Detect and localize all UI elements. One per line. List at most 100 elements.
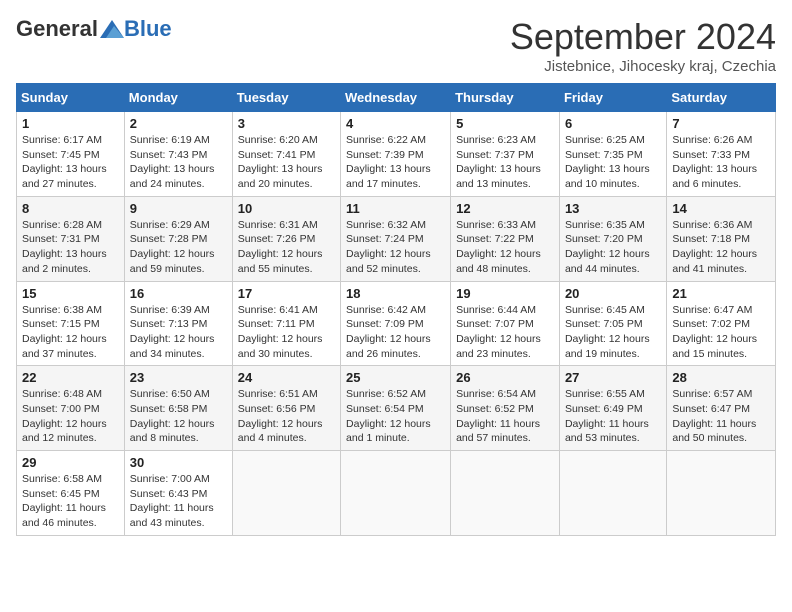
logo-blue: Blue: [124, 16, 172, 42]
day-number: 1: [22, 116, 119, 131]
day-number: 27: [565, 370, 661, 385]
day-number: 16: [130, 286, 227, 301]
day-number: 11: [346, 201, 445, 216]
day-number: 10: [238, 201, 335, 216]
day-number: 13: [565, 201, 661, 216]
table-row: 18 Sunrise: 6:42 AMSunset: 7:09 PMDayligh…: [341, 281, 451, 366]
calendar-body: 1 Sunrise: 6:17 AMSunset: 7:45 PMDaylight…: [17, 112, 776, 536]
logo-icon: [100, 20, 124, 38]
day-info: Sunrise: 6:39 AMSunset: 7:13 PMDaylight:…: [130, 303, 227, 362]
page-header: General Blue September 2024 Jistebnice, …: [16, 16, 776, 75]
day-info: Sunrise: 6:26 AMSunset: 7:33 PMDaylight:…: [672, 133, 770, 192]
day-number: 5: [456, 116, 554, 131]
day-number: 28: [672, 370, 770, 385]
header-tuesday: Tuesday: [232, 84, 340, 112]
table-row: 30 Sunrise: 7:00 AMSunset: 6:43 PMDayligh…: [124, 451, 232, 536]
calendar-row: 15Sunrise: 6:38 AMSunset: 7:15 PMDayligh…: [17, 281, 776, 366]
calendar-subtitle: Jistebnice, Jihocesky kraj, Czechia: [510, 58, 776, 75]
day-info: Sunrise: 6:47 AMSunset: 7:02 PMDaylight:…: [672, 303, 770, 362]
calendar-row: 1 Sunrise: 6:17 AMSunset: 7:45 PMDaylight…: [17, 112, 776, 197]
day-info: Sunrise: 6:54 AMSunset: 6:52 PMDaylight:…: [456, 387, 554, 446]
day-number: 23: [130, 370, 227, 385]
table-row: 25Sunrise: 6:52 AMSunset: 6:54 PMDayligh…: [341, 366, 451, 451]
table-row: [232, 451, 340, 536]
table-row: 28 Sunrise: 6:57 AMSunset: 6:47 PMDayligh…: [667, 366, 776, 451]
table-row: [559, 451, 666, 536]
day-info: Sunrise: 6:55 AMSunset: 6:49 PMDaylight:…: [565, 387, 661, 446]
day-number: 19: [456, 286, 554, 301]
day-info: Sunrise: 6:33 AMSunset: 7:22 PMDaylight:…: [456, 218, 554, 277]
table-row: [451, 451, 560, 536]
day-number: 18: [346, 286, 445, 301]
day-number: 20: [565, 286, 661, 301]
day-info: Sunrise: 6:23 AMSunset: 7:37 PMDaylight:…: [456, 133, 554, 192]
day-info: Sunrise: 6:38 AMSunset: 7:15 PMDaylight:…: [22, 303, 119, 362]
day-number: 12: [456, 201, 554, 216]
day-number: 24: [238, 370, 335, 385]
table-row: 15Sunrise: 6:38 AMSunset: 7:15 PMDayligh…: [17, 281, 125, 366]
calendar-row: 8 Sunrise: 6:28 AMSunset: 7:31 PMDaylight…: [17, 196, 776, 281]
day-info: Sunrise: 6:29 AMSunset: 7:28 PMDaylight:…: [130, 218, 227, 277]
table-row: 4 Sunrise: 6:22 AMSunset: 7:39 PMDaylight…: [341, 112, 451, 197]
calendar-title: September 2024: [510, 16, 776, 58]
day-info: Sunrise: 6:36 AMSunset: 7:18 PMDaylight:…: [672, 218, 770, 277]
header-wednesday: Wednesday: [341, 84, 451, 112]
table-row: [667, 451, 776, 536]
day-number: 7: [672, 116, 770, 131]
table-row: 17 Sunrise: 6:41 AMSunset: 7:11 PMDayligh…: [232, 281, 340, 366]
table-row: 5 Sunrise: 6:23 AMSunset: 7:37 PMDaylight…: [451, 112, 560, 197]
table-row: 27 Sunrise: 6:55 AMSunset: 6:49 PMDayligh…: [559, 366, 666, 451]
table-row: 26Sunrise: 6:54 AMSunset: 6:52 PMDayligh…: [451, 366, 560, 451]
day-info: Sunrise: 6:22 AMSunset: 7:39 PMDaylight:…: [346, 133, 445, 192]
table-row: 14 Sunrise: 6:36 AMSunset: 7:18 PMDayligh…: [667, 196, 776, 281]
table-row: 13 Sunrise: 6:35 AMSunset: 7:20 PMDayligh…: [559, 196, 666, 281]
day-info: Sunrise: 6:31 AMSunset: 7:26 PMDaylight:…: [238, 218, 335, 277]
table-row: 21 Sunrise: 6:47 AMSunset: 7:02 PMDayligh…: [667, 281, 776, 366]
day-number: 30: [130, 455, 227, 470]
table-row: 19Sunrise: 6:44 AMSunset: 7:07 PMDayligh…: [451, 281, 560, 366]
day-number: 14: [672, 201, 770, 216]
table-row: 7 Sunrise: 6:26 AMSunset: 7:33 PMDaylight…: [667, 112, 776, 197]
table-row: 24 Sunrise: 6:51 AMSunset: 6:56 PMDayligh…: [232, 366, 340, 451]
logo: General Blue: [16, 16, 172, 42]
day-info: Sunrise: 6:35 AMSunset: 7:20 PMDaylight:…: [565, 218, 661, 277]
day-info: Sunrise: 6:41 AMSunset: 7:11 PMDaylight:…: [238, 303, 335, 362]
day-info: Sunrise: 6:51 AMSunset: 6:56 PMDaylight:…: [238, 387, 335, 446]
table-row: 10 Sunrise: 6:31 AMSunset: 7:26 PMDayligh…: [232, 196, 340, 281]
day-info: Sunrise: 6:42 AMSunset: 7:09 PMDaylight:…: [346, 303, 445, 362]
day-number: 25: [346, 370, 445, 385]
day-number: 2: [130, 116, 227, 131]
title-block: September 2024 Jistebnice, Jihocesky kra…: [510, 16, 776, 75]
day-info: Sunrise: 6:17 AMSunset: 7:45 PMDaylight:…: [22, 133, 119, 192]
header-friday: Friday: [559, 84, 666, 112]
day-info: Sunrise: 6:57 AMSunset: 6:47 PMDaylight:…: [672, 387, 770, 446]
day-info: Sunrise: 6:48 AMSunset: 7:00 PMDaylight:…: [22, 387, 119, 446]
day-info: Sunrise: 6:28 AMSunset: 7:31 PMDaylight:…: [22, 218, 119, 277]
calendar-table: Sunday Monday Tuesday Wednesday Thursday…: [16, 83, 776, 536]
day-info: Sunrise: 6:32 AMSunset: 7:24 PMDaylight:…: [346, 218, 445, 277]
calendar-row: 22 Sunrise: 6:48 AMSunset: 7:00 PMDayligh…: [17, 366, 776, 451]
logo-general: General: [16, 16, 98, 42]
calendar-row: 29Sunrise: 6:58 AMSunset: 6:45 PMDayligh…: [17, 451, 776, 536]
day-number: 9: [130, 201, 227, 216]
table-row: 23Sunrise: 6:50 AMSunset: 6:58 PMDayligh…: [124, 366, 232, 451]
table-row: 12 Sunrise: 6:33 AMSunset: 7:22 PMDayligh…: [451, 196, 560, 281]
day-info: Sunrise: 6:20 AMSunset: 7:41 PMDaylight:…: [238, 133, 335, 192]
day-number: 17: [238, 286, 335, 301]
day-info: Sunrise: 6:25 AMSunset: 7:35 PMDaylight:…: [565, 133, 661, 192]
table-row: 6 Sunrise: 6:25 AMSunset: 7:35 PMDaylight…: [559, 112, 666, 197]
day-number: 22: [22, 370, 119, 385]
table-row: 29Sunrise: 6:58 AMSunset: 6:45 PMDayligh…: [17, 451, 125, 536]
table-row: 20 Sunrise: 6:45 AMSunset: 7:05 PMDayligh…: [559, 281, 666, 366]
table-row: 11 Sunrise: 6:32 AMSunset: 7:24 PMDayligh…: [341, 196, 451, 281]
day-number: 4: [346, 116, 445, 131]
day-number: 21: [672, 286, 770, 301]
header-row: Sunday Monday Tuesday Wednesday Thursday…: [17, 84, 776, 112]
table-row: [341, 451, 451, 536]
day-info: Sunrise: 6:19 AMSunset: 7:43 PMDaylight:…: [130, 133, 227, 192]
day-number: 6: [565, 116, 661, 131]
day-info: Sunrise: 6:45 AMSunset: 7:05 PMDaylight:…: [565, 303, 661, 362]
day-info: Sunrise: 7:00 AMSunset: 6:43 PMDaylight:…: [130, 472, 227, 531]
day-info: Sunrise: 6:58 AMSunset: 6:45 PMDaylight:…: [22, 472, 119, 531]
day-number: 8: [22, 201, 119, 216]
